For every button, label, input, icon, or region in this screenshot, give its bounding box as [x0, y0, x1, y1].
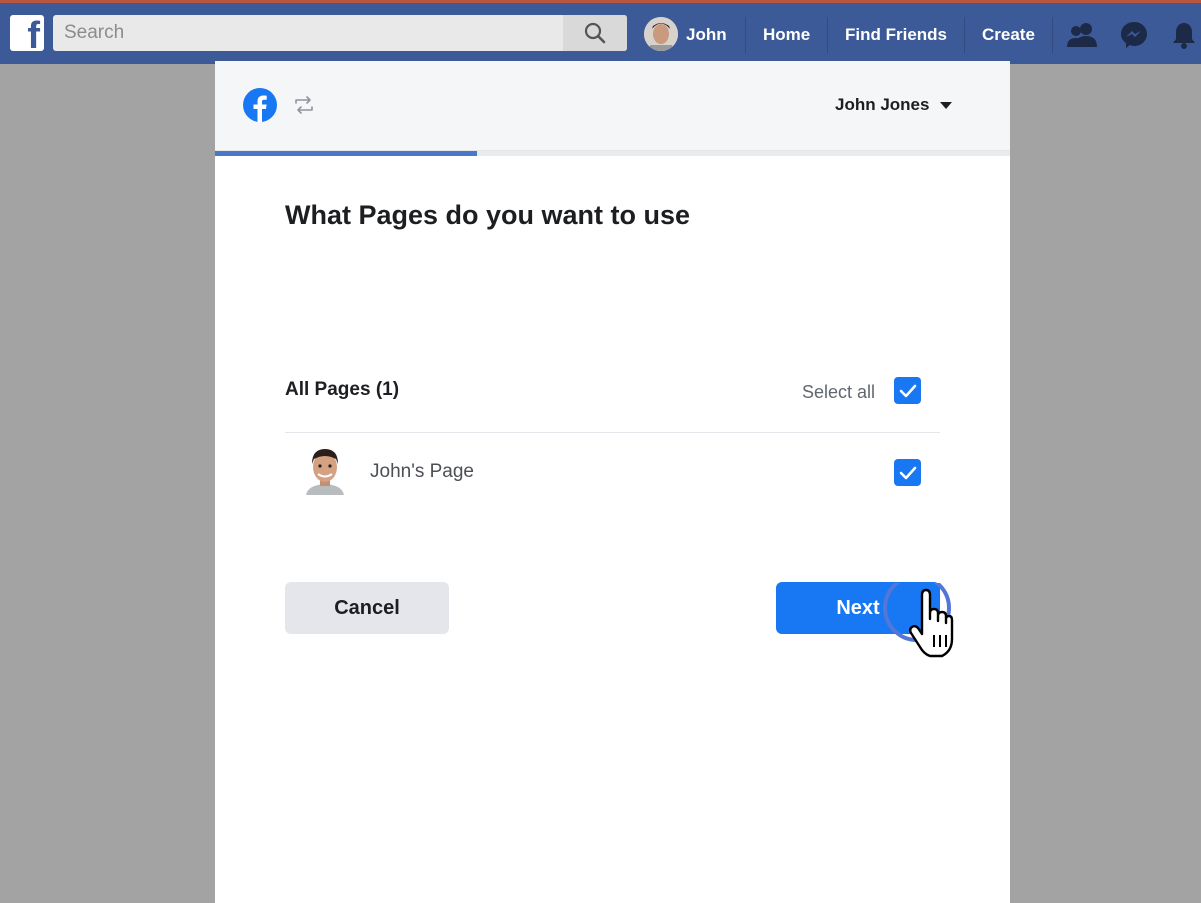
logo-letter: f — [27, 15, 40, 51]
nav-divider — [1052, 17, 1053, 53]
cancel-button[interactable]: Cancel — [285, 582, 449, 634]
page-name: John's Page — [370, 461, 474, 482]
top-navigation-bar: f John Home Find Friends Create — [0, 0, 1201, 64]
nav-profile-name[interactable]: John — [686, 23, 727, 47]
all-pages-label: All Pages (1) — [285, 379, 400, 400]
page-selection-dialog: John Jones What Pages do you want to use… — [215, 61, 1010, 903]
nav-home[interactable]: Home — [763, 23, 810, 47]
search-bar — [53, 15, 627, 51]
nav-create[interactable]: Create — [982, 23, 1035, 47]
account-name: John Jones — [835, 95, 930, 114]
nav-find-friends[interactable]: Find Friends — [845, 23, 947, 47]
messenger-icon[interactable] — [1118, 19, 1150, 51]
nav-divider — [745, 17, 746, 53]
facebook-circle-icon — [243, 88, 277, 122]
select-all-checkbox[interactable] — [894, 377, 921, 404]
checkmark-icon — [899, 466, 916, 479]
nav-divider — [827, 17, 828, 53]
nav-divider — [964, 17, 965, 53]
checkmark-icon — [899, 384, 916, 397]
account-menu[interactable]: John Jones — [835, 93, 953, 117]
notifications-icon[interactable] — [1168, 19, 1200, 51]
select-all-label[interactable]: Select all — [802, 382, 875, 403]
friends-icon[interactable] — [1066, 19, 1098, 51]
page-avatar — [302, 445, 348, 495]
search-input[interactable] — [53, 15, 563, 51]
caret-down-icon — [940, 102, 953, 109]
facebook-logo[interactable]: f — [10, 15, 44, 51]
row-divider — [285, 432, 940, 433]
progress-bar — [215, 151, 1010, 156]
dialog-title: What Pages do you want to use — [285, 200, 691, 230]
page-checkbox[interactable] — [894, 459, 921, 486]
profile-avatar[interactable] — [644, 17, 678, 51]
dialog-header: John Jones — [215, 61, 1010, 151]
progress-fill — [215, 151, 478, 156]
search-icon — [584, 22, 606, 44]
search-button[interactable] — [563, 15, 627, 51]
switch-icon[interactable] — [293, 94, 315, 116]
hand-cursor-icon — [883, 583, 954, 658]
